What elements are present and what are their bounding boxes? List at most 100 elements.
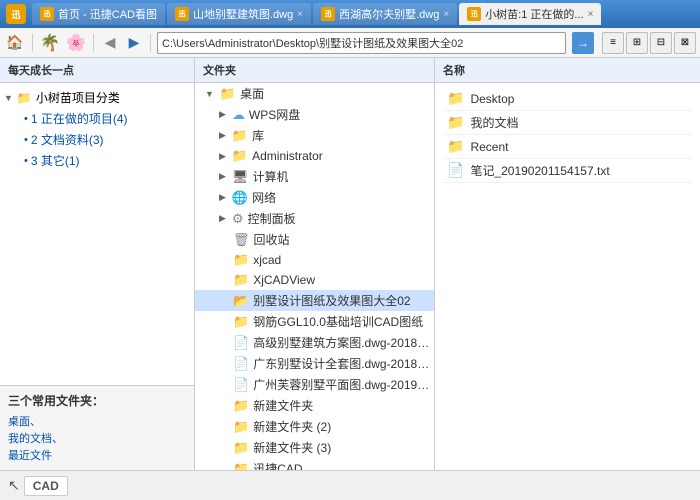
- tree-item-1[interactable]: •2 文档资料(3): [0, 129, 194, 150]
- tab-file2[interactable]: 迅西湖高尔夫别墅.dwg×: [313, 3, 457, 25]
- toolbar-separator: [32, 34, 33, 52]
- mid-panel-header: 文件夹: [195, 58, 434, 83]
- tree-root-label: 小树苗项目分类: [36, 89, 120, 106]
- tree-bullet-0: •: [24, 113, 28, 125]
- mid-item-1[interactable]: ▶ ☁WPS网盘: [195, 104, 434, 125]
- expand-1: ▶: [219, 109, 226, 120]
- cad-label: CAD: [24, 476, 68, 496]
- view-btn-3[interactable]: ⊟: [650, 32, 672, 54]
- label-9: XjCADView: [253, 273, 315, 287]
- view-btn-2[interactable]: ⊞: [626, 32, 648, 54]
- footer-title: 三个常用文件夹：: [8, 392, 186, 409]
- mid-panel: 文件夹 ▼📁桌面▶☁WPS网盘▶📁库▶📁Administrator▶🖥计算机▶🌐…: [195, 58, 435, 470]
- label-15: 新建文件夹: [253, 397, 313, 414]
- mid-item-0[interactable]: ▼📁桌面: [195, 83, 434, 104]
- icon-11: 📁: [233, 314, 249, 330]
- icon-1: ☁: [232, 107, 245, 123]
- right-label-0: Desktop: [470, 92, 514, 106]
- label-12: 高级别墅建筑方案图.dwg-2018-12-1: [253, 334, 430, 351]
- expand-0: ▼: [205, 89, 214, 99]
- footer-link-2[interactable]: 最近文件: [8, 447, 186, 463]
- toolbar-separator2: [93, 34, 94, 52]
- mid-item-14[interactable]: 📄广州芙蓉别墅平面图.dwg-2019-01-2: [195, 374, 434, 395]
- home-button[interactable]: 🏠: [4, 32, 26, 54]
- icon-7: 🗑: [233, 232, 250, 248]
- right-icon-3: 📄: [447, 162, 464, 179]
- right-panel: 名称 📁Desktop📁我的文档📁Recent📄笔记_2019020115415…: [435, 58, 700, 470]
- icon-9: 📁: [233, 272, 249, 288]
- address-text: C:\Users\Administrator\Desktop\别墅设计图纸及效果…: [162, 35, 463, 51]
- tab-icon-file1: 迅: [175, 7, 189, 21]
- tree-root[interactable]: ▼ 📁 小树苗项目分类: [0, 87, 194, 108]
- label-1: WPS网盘: [249, 106, 300, 123]
- icon-10: 📂: [233, 293, 249, 309]
- mid-item-4[interactable]: ▶🖥计算机: [195, 166, 434, 187]
- icon-2: 📁: [232, 128, 248, 144]
- tab-close-file1[interactable]: ×: [297, 9, 303, 20]
- view-btn-1[interactable]: ≡: [602, 32, 624, 54]
- right-item-1[interactable]: 📁我的文档: [443, 111, 692, 135]
- tree-label-2: 3 其它(1): [31, 152, 80, 169]
- expand-icon: ▼: [4, 93, 13, 103]
- right-label-2: Recent: [470, 140, 508, 154]
- tree-area: ▼ 📁 小树苗项目分类 •1 正在做的项目(4)•2 文档资料(3)•3 其它(…: [0, 83, 194, 385]
- mid-item-6[interactable]: ▶⚙控制面板: [195, 208, 434, 229]
- icon-14: 📄: [233, 377, 249, 393]
- back-button[interactable]: ◀: [100, 32, 120, 54]
- footer-link-1[interactable]: 我的文档、: [8, 430, 186, 446]
- view-btn-4[interactable]: ⊠: [674, 32, 696, 54]
- main-content: 每天成长一点 ▼ 📁 小树苗项目分类 •1 正在做的项目(4)•2 文档资料(3…: [0, 58, 700, 470]
- tab-close-file2[interactable]: ×: [443, 9, 449, 20]
- app-logo: 迅: [6, 4, 26, 24]
- mid-item-8[interactable]: 📁xjcad: [195, 250, 434, 270]
- icon-0: 📁: [220, 86, 236, 102]
- tab-file1[interactable]: 迅山地别墅建筑图.dwg ×: [167, 3, 311, 25]
- right-item-2[interactable]: 📁Recent: [443, 135, 692, 159]
- tab-home[interactable]: 迅首页 - 迅捷CAD看图: [32, 3, 165, 25]
- mid-item-2[interactable]: ▶📁库: [195, 125, 434, 146]
- mid-item-10[interactable]: 📂别墅设计图纸及效果图大全02: [195, 290, 434, 311]
- tab-label-file1: 山地别墅建筑图.dwg: [193, 6, 293, 22]
- icon-8: 📁: [233, 252, 249, 268]
- tree-item-2[interactable]: •3 其它(1): [0, 150, 194, 171]
- tree-label-1: 2 文档资料(3): [31, 131, 104, 148]
- tab-file3[interactable]: 迅小树苗:1 正在做的...×: [459, 3, 601, 25]
- tab-close-file3[interactable]: ×: [588, 9, 594, 20]
- view-buttons: ≡ ⊞ ⊟ ⊠: [602, 32, 696, 54]
- cursor-icon: ↖: [8, 477, 20, 494]
- mid-item-9[interactable]: 📁 XjCADView: [195, 270, 434, 290]
- tree-item-0[interactable]: •1 正在做的项目(4): [0, 108, 194, 129]
- label-2: 库: [252, 127, 264, 144]
- mid-list: ▼📁桌面▶☁WPS网盘▶📁库▶📁Administrator▶🖥计算机▶🌐网络▶⚙…: [195, 83, 434, 470]
- mid-item-12[interactable]: 📄高级别墅建筑方案图.dwg-2018-12-1: [195, 332, 434, 353]
- right-item-0[interactable]: 📁Desktop: [443, 87, 692, 111]
- palm-tree-icon: 🌴: [39, 32, 61, 54]
- left-panel: 每天成长一点 ▼ 📁 小树苗项目分类 •1 正在做的项目(4)•2 文档资料(3…: [0, 58, 195, 470]
- right-panel-header: 名称: [435, 58, 700, 83]
- mid-item-17[interactable]: 📁新建文件夹 (3): [195, 437, 434, 458]
- icon-4: 🖥: [232, 169, 249, 185]
- toolbar-separator3: [150, 34, 151, 52]
- icon-12: 📄: [233, 335, 249, 351]
- mid-item-15[interactable]: 📁新建文件夹: [195, 395, 434, 416]
- mid-item-13[interactable]: 📄广东别墅设计全套图.dwg-2018-12-1: [195, 353, 434, 374]
- icon-18: 📁: [233, 461, 249, 471]
- right-item-3[interactable]: 📄笔记_20190201154157.txt: [443, 159, 692, 183]
- expand-3: ▶: [219, 151, 226, 162]
- mid-item-18[interactable]: 📁迅捷CAD: [195, 458, 434, 470]
- icon-3: 📁: [232, 148, 248, 164]
- mid-item-3[interactable]: ▶📁Administrator: [195, 146, 434, 166]
- mid-item-11[interactable]: 📁钢筋GGL10.0基础培训CAD图纸: [195, 311, 434, 332]
- tab-icon-file3: 迅: [467, 7, 481, 21]
- tab-label-file2: 西湖高尔夫别墅.dwg: [339, 6, 439, 22]
- go-button[interactable]: →: [572, 32, 594, 54]
- left-panel-header: 每天成长一点: [0, 58, 194, 83]
- mid-item-5[interactable]: ▶🌐网络: [195, 187, 434, 208]
- forward-button[interactable]: ▶: [124, 32, 144, 54]
- label-11: 钢筋GGL10.0基础培训CAD图纸: [253, 313, 423, 330]
- mid-item-7[interactable]: 🗑回收站: [195, 229, 434, 250]
- mid-item-16[interactable]: 📁新建文件夹 (2): [195, 416, 434, 437]
- footer-link-0[interactable]: 桌面、: [8, 413, 186, 429]
- label-10: 别墅设计图纸及效果图大全02: [253, 292, 410, 309]
- address-bar[interactable]: C:\Users\Administrator\Desktop\别墅设计图纸及效果…: [157, 32, 566, 54]
